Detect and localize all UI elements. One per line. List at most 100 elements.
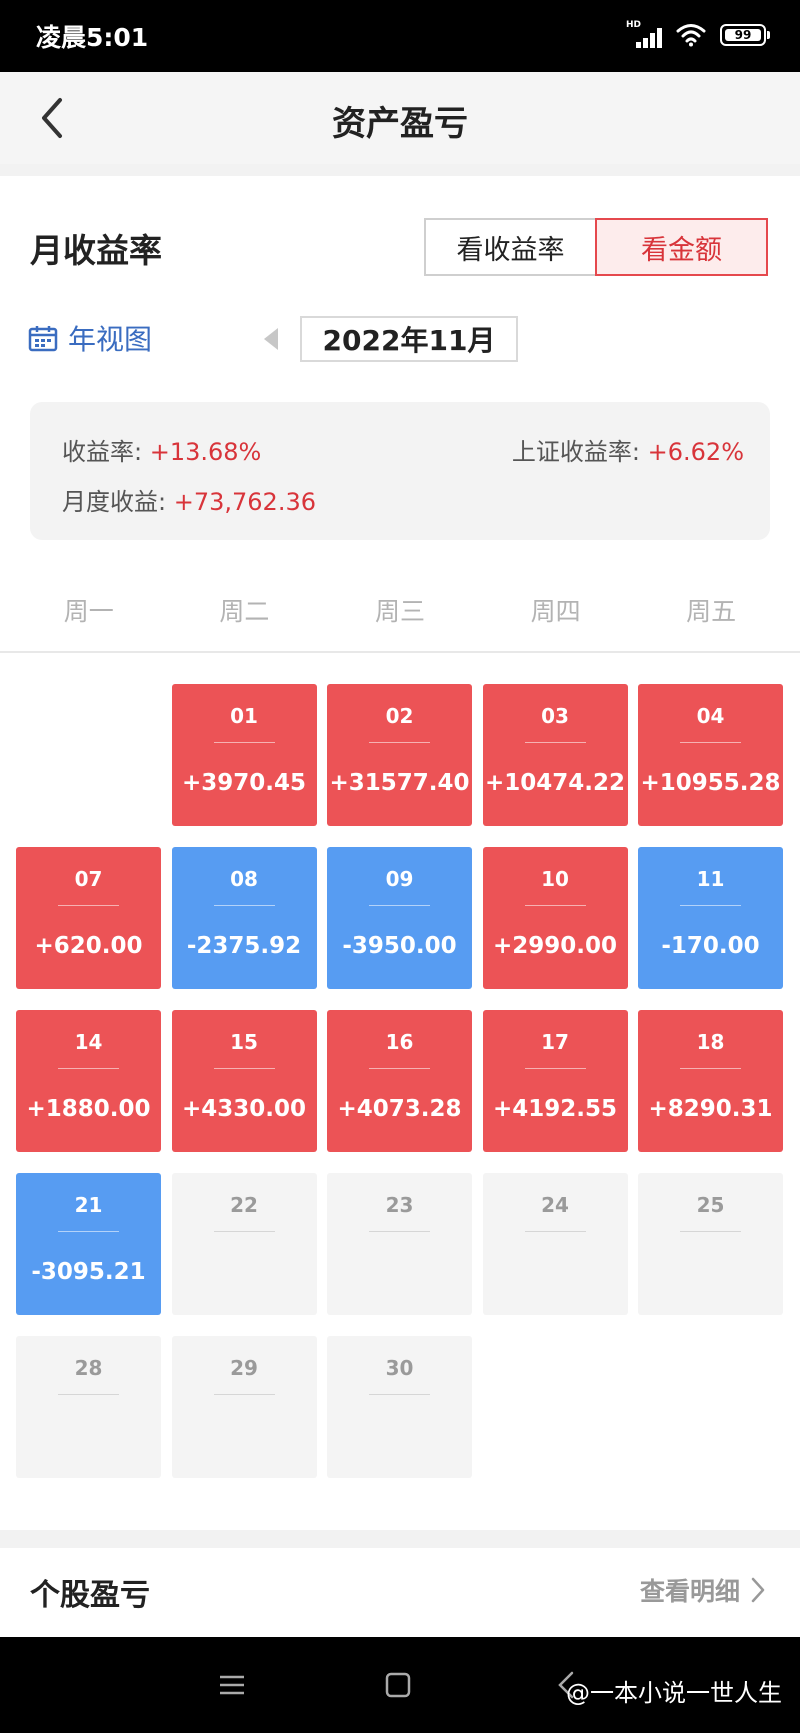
calendar-day-cell[interactable]: 07 +620.00: [16, 847, 161, 989]
cell-divider: [680, 742, 741, 743]
calendar-day-cell[interactable]: 29: [171, 1336, 317, 1478]
chevron-right-icon: [751, 1577, 765, 1603]
return-rate-label: 收益率:: [62, 438, 143, 466]
toggle-return-rate-button[interactable]: 看收益率: [424, 218, 597, 276]
weekday-label: 周二: [219, 597, 270, 626]
monthly-profit-row: 月度收益: +73,762.36: [62, 482, 316, 517]
calendar-day-amount: +10474.22: [484, 770, 626, 796]
nav-bar: 资产盈亏: [0, 72, 800, 164]
calendar-day-number: 21: [74, 1193, 103, 1217]
calendar-day-number: 17: [541, 1030, 569, 1054]
calendar-day-number: 15: [230, 1030, 258, 1054]
calendar-day-cell[interactable]: 22: [171, 1173, 317, 1315]
cell-divider: [369, 1231, 430, 1232]
calendar-day-number: 23: [385, 1193, 414, 1217]
calendar-day-cell[interactable]: 15 +4330.00: [171, 1010, 317, 1152]
status-icons: HD 99: [626, 20, 770, 50]
calendar-day-amount: -170.00: [661, 933, 760, 959]
view-toggle: 看收益率 看金额: [424, 218, 770, 276]
calendar-day-number: 02: [385, 704, 414, 728]
cell-divider: [680, 1231, 741, 1232]
calendar-day-cell[interactable]: 23: [327, 1173, 472, 1315]
weekday-label: 周三: [374, 597, 425, 626]
year-view-label: 年视图: [68, 323, 153, 356]
cell-divider: [680, 905, 741, 906]
calendar-day-number: 14: [74, 1030, 103, 1054]
status-time: 凌晨5:01: [36, 23, 149, 52]
calendar-day-number: 24: [541, 1193, 569, 1217]
calendar-day-amount: +4192.55: [492, 1096, 618, 1122]
battery-icon: 99: [720, 24, 770, 46]
section-divider: [0, 164, 800, 176]
calendar-day-cell[interactable]: 18 +8290.31: [638, 1010, 783, 1152]
cell-divider: [213, 1231, 275, 1232]
view-details-link[interactable]: 查看明细: [640, 1572, 766, 1608]
toggle-amount-button[interactable]: 看金额: [595, 218, 768, 276]
cell-divider: [524, 742, 586, 743]
calendar-day-amount: -3950.00: [342, 933, 457, 959]
view-details-label: 查看明细: [639, 1577, 740, 1606]
menu-icon[interactable]: [212, 1665, 252, 1705]
system-nav-bar: @一本小说一世人生: [0, 1637, 800, 1733]
calendar-day-cell[interactable]: 28: [16, 1336, 161, 1478]
cell-divider: [369, 742, 430, 743]
cell-divider: [58, 905, 119, 906]
calendar-day-cell[interactable]: 02 +31577.40: [327, 684, 472, 826]
calendar-day-cell[interactable]: 08 -2375.92: [171, 847, 317, 989]
cell-divider: [58, 1394, 119, 1395]
calendar-day-number: 22: [230, 1193, 258, 1217]
year-view-button[interactable]: 年视图: [28, 318, 152, 358]
calendar-day-number: 03: [541, 704, 569, 728]
cell-divider: [369, 1394, 430, 1395]
watermark-text: @一本小说一世人生: [566, 1679, 782, 1707]
calendar-day-cell[interactable]: 09 -3950.00: [327, 847, 472, 989]
calendar-day-number: 10: [541, 867, 569, 891]
calendar-day-cell[interactable]: 24: [482, 1173, 628, 1315]
prev-month-arrow-icon[interactable]: [264, 328, 278, 350]
calendar-day-cell[interactable]: 21 -3095.21: [16, 1173, 161, 1315]
calendar-day-number: 04: [696, 704, 725, 728]
calendar-day-cell[interactable]: 25: [638, 1173, 783, 1315]
calendar-day-cell[interactable]: 03 +10474.22: [482, 684, 628, 826]
calendar-day-amount: +1880.00: [26, 1096, 151, 1122]
calendar-day-cell[interactable]: 16 +4073.28: [327, 1010, 472, 1152]
home-square-icon[interactable]: [378, 1665, 418, 1705]
stock-section-title: 个股盈亏: [30, 1578, 150, 1613]
summary-card: 收益率: +13.68% 上证收益率: +6.62% 月度收益: +73,762…: [30, 402, 770, 540]
battery-level: 99: [734, 28, 752, 42]
calendar-day-number: 28: [74, 1356, 103, 1380]
cell-divider: [213, 1394, 275, 1395]
cell-divider: [369, 1068, 430, 1069]
calendar-day-cell[interactable]: 11 -170.00: [638, 847, 783, 989]
calendar-day-number: 11: [696, 867, 725, 891]
wifi-icon: [676, 24, 706, 47]
return-rate-row: 收益率: +13.68%: [62, 432, 261, 467]
cell-divider: [680, 1068, 741, 1069]
monthly-profit-value: +73,762.36: [173, 488, 316, 516]
calendar-day-cell[interactable]: 04 +10955.28: [638, 684, 783, 826]
calendar-day-cell[interactable]: 30: [327, 1336, 472, 1478]
calendar-day-cell[interactable]: 10 +2990.00: [482, 847, 628, 989]
calendar-day-cell[interactable]: 17 +4192.55: [482, 1010, 628, 1152]
calendar-day-number: 16: [385, 1030, 414, 1054]
cell-divider: [369, 905, 430, 906]
section-divider: [0, 1530, 800, 1548]
calendar-day-number: 09: [385, 867, 414, 891]
cell-divider: [58, 1068, 119, 1069]
calendar-day-amount: +4330.00: [181, 1096, 307, 1122]
calendar-day-cell[interactable]: 14 +1880.00: [16, 1010, 161, 1152]
calendar-day-cell[interactable]: 01 +3970.45: [171, 684, 317, 826]
page-title: 资产盈亏: [332, 104, 468, 144]
cell-divider: [58, 1231, 119, 1232]
calendar-day-number: 25: [696, 1193, 725, 1217]
cell-divider: [213, 742, 275, 743]
calendar-day-amount: +4073.28: [337, 1096, 462, 1122]
calendar-day-number: 01: [230, 704, 258, 728]
divider: [0, 651, 800, 653]
calendar-day-number: 08: [230, 867, 258, 891]
cell-divider: [524, 1068, 586, 1069]
return-rate-value: +13.68%: [149, 438, 262, 466]
cell-divider: [524, 905, 586, 906]
section-title: 月收益率: [30, 231, 162, 270]
month-selector[interactable]: 2022年11月: [300, 316, 518, 362]
